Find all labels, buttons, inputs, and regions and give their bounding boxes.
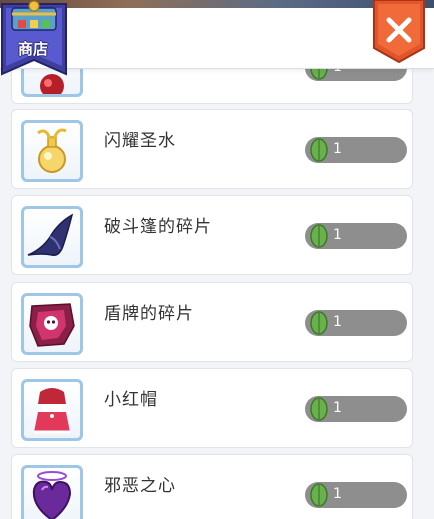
price-value: 1 xyxy=(333,400,342,416)
price-value: 1 xyxy=(333,486,342,502)
list-item[interactable]: 闪耀圣水 1 xyxy=(11,109,413,189)
price-pill[interactable]: 1 xyxy=(305,137,407,163)
item-name: 闪耀圣水 xyxy=(104,131,176,151)
price-value: 1 xyxy=(333,141,342,157)
close-button[interactable] xyxy=(372,0,426,64)
item-name: 小红帽 xyxy=(104,390,158,410)
price-pill[interactable]: 1 xyxy=(305,310,407,336)
leaf-currency-icon xyxy=(310,224,328,248)
item-icon-frame xyxy=(21,465,83,519)
shop-badge: 商店 xyxy=(0,0,70,76)
item-icon-frame xyxy=(21,379,83,441)
price-value: 1 xyxy=(333,314,342,330)
evil-heart-icon xyxy=(32,471,72,519)
list-item[interactable]: 小红帽 1 xyxy=(11,368,413,448)
leaf-currency-icon xyxy=(310,483,328,507)
item-name: 邪恶之心 xyxy=(104,476,176,496)
item-name: 盾牌的碎片 xyxy=(104,304,194,324)
holy-water-icon xyxy=(37,128,67,173)
item-icon-frame xyxy=(21,293,83,355)
red-hood-icon xyxy=(34,388,70,434)
list-item[interactable]: 邪恶之心 1 xyxy=(11,454,413,519)
close-icon xyxy=(373,0,425,64)
item-list[interactable]: 1 闪耀圣水 1 破斗篷的碎 xyxy=(0,0,434,519)
item-icon-frame xyxy=(21,120,83,182)
price-pill[interactable]: 1 xyxy=(305,223,407,249)
cloak-fragment-icon xyxy=(27,213,74,256)
price-pill[interactable]: 1 xyxy=(305,482,407,508)
shield-fragment-icon xyxy=(29,303,75,347)
price-pill[interactable]: 1 xyxy=(305,396,407,422)
price-value: 1 xyxy=(333,227,342,243)
shop-label: 商店 xyxy=(17,40,48,58)
item-name: 破斗篷的碎片 xyxy=(104,217,212,237)
list-item[interactable]: 盾牌的碎片 1 xyxy=(11,282,413,362)
leaf-currency-icon xyxy=(310,311,328,335)
list-item[interactable]: 破斗篷的碎片 1 xyxy=(11,195,413,275)
leaf-currency-icon xyxy=(310,138,328,162)
leaf-currency-icon xyxy=(310,397,328,421)
item-icon-frame xyxy=(21,206,83,268)
